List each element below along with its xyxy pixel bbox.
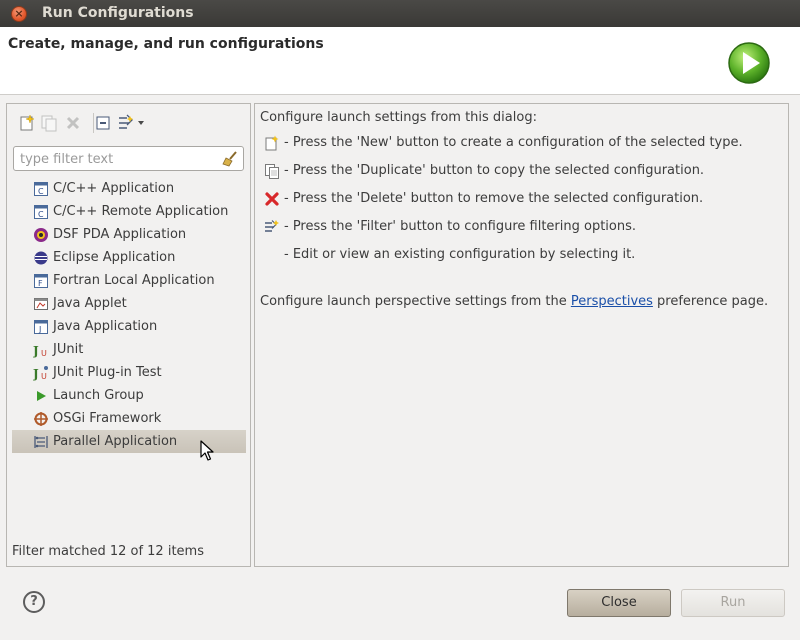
tree-item-label: JUnit: [53, 342, 84, 357]
filter-status: Filter matched 12 of 12 items: [12, 544, 204, 559]
tree-item-cpp-application[interactable]: C C/C++ Application: [12, 177, 246, 200]
dsf-pda-icon: [34, 228, 48, 242]
tree-item-java-applet[interactable]: Java Applet: [12, 292, 246, 315]
svg-text:C: C: [38, 187, 44, 196]
perspectives-link[interactable]: Perspectives: [571, 294, 653, 309]
tree-item-label: C/C++ Application: [53, 181, 175, 196]
help-icon[interactable]: ?: [23, 591, 45, 613]
tree-item-fortran-local-application[interactable]: F Fortran Local Application: [12, 269, 246, 292]
run-icon: [728, 42, 770, 84]
delete-icon[interactable]: [63, 113, 83, 133]
osgi-icon: [34, 412, 48, 426]
filter-input[interactable]: [18, 149, 222, 170]
tree-item-cpp-remote-application[interactable]: C C/C++ Remote Application: [12, 200, 246, 223]
svg-text:J: J: [33, 344, 39, 358]
junit-icon: JU: [33, 344, 47, 358]
instruction-filter: - Press the 'Filter' button to configure…: [284, 219, 637, 234]
tree-item-launch-group[interactable]: Launch Group: [12, 384, 246, 407]
configuration-toolbar: [7, 104, 250, 140]
parallel-app-icon: [34, 436, 48, 448]
banner-title: Create, manage, and run configurations: [8, 36, 324, 52]
perspective-settings-text: Configure launch perspective settings fr…: [260, 294, 768, 309]
tree-item-junit-plugin-test[interactable]: JU JUnit Plug-in Test: [12, 361, 246, 384]
window-title: Run Configurations: [42, 5, 194, 21]
run-button[interactable]: Run: [681, 589, 785, 617]
instructions-panel: Configure launch settings from this dial…: [254, 103, 789, 567]
instruction-edit: - Edit or view an existing configuration…: [284, 247, 636, 262]
svg-text:U: U: [41, 349, 47, 358]
duplicate-icon[interactable]: [39, 113, 59, 133]
tree-item-label: Parallel Application: [53, 434, 178, 449]
cpp-app-icon: C: [34, 182, 48, 196]
tree-item-label: Eclipse Application: [53, 250, 176, 265]
tree-item-label: C/C++ Remote Application: [53, 204, 229, 219]
instruction-new: - Press the 'New' button to create a con…: [284, 135, 743, 150]
java-app-icon: J: [34, 320, 48, 334]
cpp-remote-icon: C: [34, 205, 48, 219]
configuration-tree-panel: C C/C++ Application C C/C++ Remote Appli…: [6, 103, 251, 567]
instruction-duplicate: - Press the 'Duplicate' button to copy t…: [284, 163, 705, 178]
filter-icon: [265, 220, 279, 232]
java-applet-icon: [34, 298, 48, 310]
filter-icon[interactable]: [117, 113, 147, 133]
clear-filter-icon[interactable]: [221, 150, 239, 168]
tree-item-label: Fortran Local Application: [53, 273, 215, 288]
tree-item-dsf-pda-application[interactable]: DSF PDA Application: [12, 223, 246, 246]
tree-item-junit[interactable]: JU JUnit: [12, 338, 246, 361]
configuration-tree: C C/C++ Application C C/C++ Remote Appli…: [12, 177, 246, 453]
new-configuration-icon: [265, 135, 279, 151]
window-close-button[interactable]: ×: [11, 6, 27, 22]
tree-item-label: DSF PDA Application: [53, 227, 187, 242]
tree-item-java-application[interactable]: J Java Application: [12, 315, 246, 338]
tree-item-osgi-framework[interactable]: OSGi Framework: [12, 407, 246, 430]
perspective-suffix: preference page.: [652, 294, 769, 309]
tree-item-label: JUnit Plug-in Test: [53, 365, 162, 380]
eclipse-icon: [34, 251, 48, 265]
mouse-cursor-icon: [200, 440, 214, 461]
svg-text:J: J: [38, 325, 41, 334]
tree-item-eclipse-application[interactable]: Eclipse Application: [12, 246, 246, 269]
launch-group-icon: [37, 391, 46, 401]
new-configuration-icon[interactable]: [17, 113, 37, 133]
collapse-all-icon[interactable]: [94, 113, 114, 133]
tree-item-label: Launch Group: [53, 388, 144, 403]
close-button[interactable]: Close: [567, 589, 671, 617]
svg-text:J: J: [33, 367, 39, 381]
dialog-banner: Create, manage, and run configurations: [0, 27, 800, 95]
title-bar: × Run Configurations: [0, 0, 800, 28]
tree-item-label: Java Applet: [53, 296, 127, 311]
junit-plugin-icon: JU: [33, 366, 48, 381]
tree-item-label: OSGi Framework: [53, 411, 162, 426]
tree-item-label: Java Application: [53, 319, 158, 334]
instructions-intro: Configure launch settings from this dial…: [260, 110, 537, 125]
svg-text:F: F: [38, 279, 43, 288]
duplicate-icon: [265, 164, 279, 179]
filter-field[interactable]: [13, 146, 244, 171]
svg-text:C: C: [38, 210, 44, 219]
svg-text:U: U: [41, 372, 47, 381]
instruction-delete: - Press the 'Delete' button to remove th…: [284, 191, 704, 206]
fortran-icon: F: [34, 274, 48, 288]
perspective-prefix: Configure launch perspective settings fr…: [260, 294, 571, 309]
delete-icon: [265, 192, 279, 206]
